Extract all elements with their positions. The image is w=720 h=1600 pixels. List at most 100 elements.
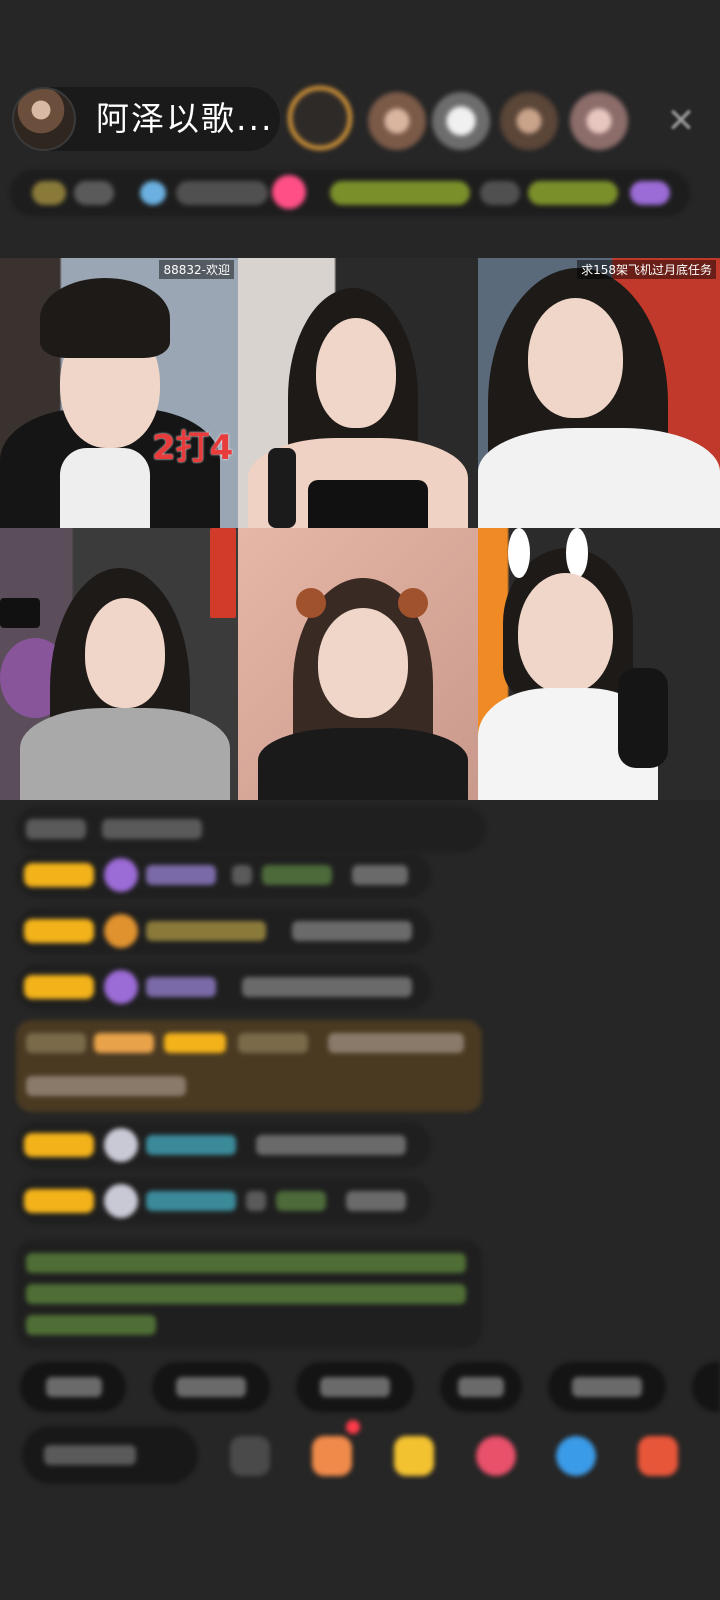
system-notice [16, 1240, 482, 1348]
username [146, 865, 216, 885]
task-text [528, 181, 618, 205]
close-icon[interactable]: ✕ [664, 104, 698, 138]
video-tile[interactable]: 求158架飞机过月底任务 [478, 258, 720, 528]
chat-message[interactable] [16, 908, 431, 954]
vip-badge [94, 1033, 154, 1053]
gift-box-icon[interactable] [394, 1436, 434, 1476]
emoji-icon[interactable] [230, 1436, 270, 1476]
viewer-avatar[interactable] [500, 92, 558, 150]
lamp [0, 598, 40, 628]
message-text [26, 1033, 86, 1053]
message-text [262, 865, 332, 885]
level-badge [24, 1189, 94, 1213]
user-icon [104, 1128, 138, 1162]
username [238, 1033, 308, 1053]
streamer-hair [40, 278, 170, 358]
chat-message[interactable] [16, 1178, 431, 1224]
quick-reply-chip[interactable] [152, 1362, 270, 1412]
username [146, 1191, 236, 1211]
video-tile[interactable] [238, 258, 478, 528]
streamer-face [316, 318, 396, 428]
bunny-ear [508, 528, 530, 578]
level-badge [164, 1033, 226, 1053]
fans-icon [140, 181, 166, 205]
microphone [618, 668, 668, 768]
message-text [232, 865, 252, 885]
chat-message[interactable] [16, 852, 431, 898]
comment-input[interactable] [22, 1426, 198, 1484]
quick-reply-chip[interactable] [548, 1362, 666, 1412]
video-tile[interactable]: 88832-欢迎 2打4 [0, 258, 238, 528]
viewer-avatar[interactable] [368, 92, 426, 150]
streamer-dress [308, 480, 428, 528]
quick-reply-chip[interactable] [20, 1362, 126, 1412]
diamond-icon [104, 858, 138, 892]
message-text [352, 865, 408, 885]
chat-message[interactable] [16, 964, 431, 1010]
message-text [328, 1033, 464, 1053]
quick-reply-chip[interactable] [296, 1362, 414, 1412]
level-badge [24, 919, 94, 943]
video-tile[interactable] [478, 528, 720, 800]
user-icon [104, 1184, 138, 1218]
more-icon[interactable] [630, 181, 670, 205]
diamond-icon [104, 970, 138, 1004]
battle-overlay-text: 2打4 [152, 428, 234, 468]
video-grid: 88832-欢迎 2打4 求158架飞机过月底任务 [0, 258, 720, 816]
more-gift-icon[interactable] [638, 1436, 678, 1476]
video-tile[interactable] [238, 528, 478, 800]
chat-list[interactable] [0, 806, 720, 1356]
tile-caption: 求158架飞机过月底任务 [577, 260, 716, 279]
message-text [256, 1135, 406, 1155]
top-viewer-avatar[interactable] [288, 86, 352, 150]
notice-text [26, 1284, 466, 1304]
game-icon[interactable] [556, 1436, 596, 1476]
message-text [242, 977, 412, 997]
pk-icon[interactable] [476, 1436, 516, 1476]
chat-message-highlighted[interactable] [16, 1020, 482, 1112]
info-text [480, 181, 520, 205]
quick-reply-chip[interactable] [692, 1362, 720, 1412]
streamer-face [85, 598, 165, 708]
chip-label [320, 1377, 390, 1397]
streamer-top [258, 728, 468, 800]
info-text [74, 181, 114, 205]
viewer-avatar[interactable] [432, 92, 490, 150]
username [146, 1135, 236, 1155]
medal-icon [104, 914, 138, 948]
streamer-sweater [20, 708, 230, 800]
message-text [26, 1076, 186, 1096]
rank-icon [32, 181, 66, 205]
host-avatar[interactable] [12, 87, 76, 151]
host-info-pill[interactable]: 阿泽以歌... [12, 87, 280, 151]
chat-message[interactable] [16, 1122, 431, 1168]
message-text [26, 819, 86, 839]
decoration [210, 528, 236, 618]
info-text [176, 181, 268, 205]
chip-label [46, 1377, 102, 1397]
live-info-bar[interactable] [10, 170, 690, 216]
streamer-shirt [60, 448, 150, 528]
notice-text [26, 1253, 466, 1273]
chip-label [458, 1377, 504, 1397]
gift-icon [272, 175, 306, 209]
notification-dot-icon [346, 1420, 360, 1434]
level-badge [24, 975, 94, 999]
level-badge [24, 863, 94, 887]
input-placeholder [44, 1445, 136, 1465]
message-text [102, 819, 202, 839]
message-text [292, 921, 412, 941]
task-text [330, 181, 470, 205]
quick-reply-chip[interactable] [440, 1362, 522, 1412]
username [146, 977, 216, 997]
ear-accessory [398, 588, 428, 618]
shop-icon[interactable] [312, 1436, 352, 1476]
username [146, 921, 266, 941]
chat-message[interactable] [16, 806, 486, 852]
level-badge [24, 1133, 94, 1157]
message-text [246, 1191, 266, 1211]
message-text [346, 1191, 406, 1211]
video-tile[interactable] [0, 528, 238, 800]
ear-accessory [296, 588, 326, 618]
viewer-avatar[interactable] [570, 92, 628, 150]
